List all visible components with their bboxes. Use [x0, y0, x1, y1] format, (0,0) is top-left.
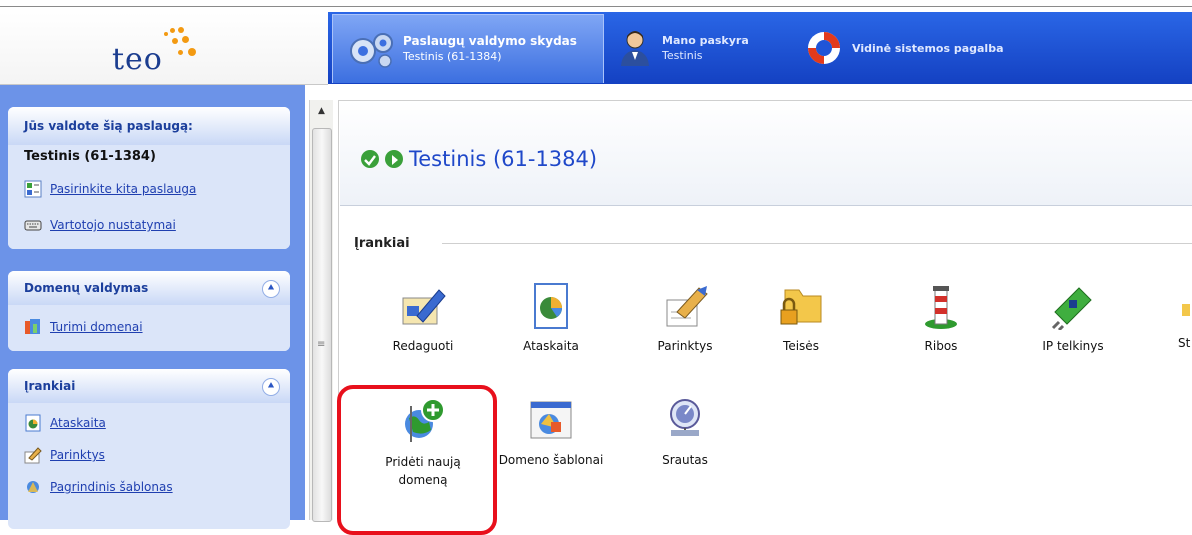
- scrollbar-thumb[interactable]: ≡: [312, 128, 332, 522]
- tool-options[interactable]: Parinktys: [630, 282, 740, 353]
- tool-statistics[interactable]: St: [1138, 282, 1192, 350]
- tool-label: Domeno šablonai: [498, 453, 604, 467]
- list-icon: [24, 180, 42, 198]
- tool-label: Ataskaita: [523, 339, 579, 353]
- edit-icon: [402, 289, 446, 325]
- status-ok-icon: [361, 150, 379, 168]
- service-panel: Jūs valdote šią paslaugą: Testinis (61-1…: [8, 107, 290, 249]
- link-domains[interactable]: Turimi domenai: [50, 320, 143, 334]
- logo-text: teo: [112, 42, 163, 77]
- top-navigation: Paslaugų valdymo skydas Testinis (61-138…: [328, 12, 1192, 84]
- current-service-name: Testinis (61-1384): [24, 148, 156, 164]
- section-divider: [442, 243, 1192, 244]
- grip-icon: ≡: [317, 339, 326, 350]
- logo-dot: [178, 27, 184, 33]
- status-play-icon: [385, 150, 403, 168]
- tab-internal-help[interactable]: Vidinė sistemos pagalba: [804, 14, 1044, 82]
- tool-label: Redaguoti: [392, 339, 454, 353]
- sidebar-item-options[interactable]: Parinktys: [8, 439, 290, 471]
- logo-dot: [164, 32, 168, 36]
- link-choose-service[interactable]: Pasirinkite kita paslauga: [50, 182, 196, 196]
- tab-my-account[interactable]: Mano paskyra Testinis: [618, 14, 798, 82]
- tool-label: IP telkinys: [1042, 339, 1104, 353]
- lighthouse-icon: [925, 286, 957, 329]
- template-icon: [27, 481, 39, 493]
- tool-domain-templates[interactable]: Domeno šablonai: [496, 396, 606, 467]
- tool-label: St: [1178, 336, 1191, 350]
- tool-label: Parinktys: [657, 339, 713, 353]
- service-title: Testinis (61-1384): [409, 147, 598, 171]
- tool-edit[interactable]: Redaguoti: [368, 282, 478, 353]
- logo-dot: [182, 36, 189, 43]
- tab-control-panel[interactable]: Paslaugų valdymo skydas Testinis (61-138…: [332, 14, 604, 83]
- sidebar-item-report[interactable]: Ataskaita: [8, 407, 290, 439]
- section-title-tools: Įrankiai: [354, 236, 410, 251]
- highlight-box: [337, 385, 497, 535]
- tool-label: Srautas: [662, 453, 708, 467]
- link-report[interactable]: Ataskaita: [50, 416, 106, 430]
- gears-icon: [350, 33, 393, 68]
- network-card-icon: [1051, 287, 1092, 332]
- scroll-up-arrow-icon[interactable]: ▲: [312, 102, 331, 120]
- user-icon: [621, 31, 649, 66]
- tool-ip-pool[interactable]: IP telkinys: [1018, 282, 1128, 353]
- tool-limits[interactable]: Ribos: [886, 282, 996, 353]
- tab-title: Vidinė sistemos pagalba: [852, 41, 1004, 55]
- tab-subtitle: Testinis (61-1384): [403, 50, 502, 63]
- sidebar-item-main-template[interactable]: Pagrindinis šablonas: [8, 471, 290, 503]
- sidebar: Jūs valdote šią paslaugą: Testinis (61-1…: [0, 85, 305, 529]
- keyboard-icon: [24, 220, 42, 231]
- chevron-up-icon[interactable]: ⯅: [262, 280, 280, 298]
- lifebuoy-icon: [808, 32, 840, 64]
- folder-lock-icon: [780, 289, 822, 325]
- tab-title: Paslaugų valdymo skydas: [403, 34, 577, 48]
- tab-subtitle: Testinis: [662, 49, 703, 62]
- templates-icon: [530, 401, 572, 439]
- teo-logo[interactable]: teo: [112, 26, 222, 77]
- tools-panel-header[interactable]: Įrankiai ⯅: [8, 369, 290, 403]
- stats-icon: [1138, 282, 1190, 330]
- traffic-gauge-icon: [670, 399, 700, 436]
- sidebar-item-choose-service[interactable]: Pasirinkite kita paslauga: [8, 171, 290, 207]
- domains-panel-header[interactable]: Domenų valdymas ⯅: [8, 271, 290, 305]
- tab-title: Mano paskyra: [662, 34, 749, 47]
- domains-panel-title: Domenų valdymas: [24, 281, 149, 295]
- options-icon: [666, 286, 708, 327]
- options-icon: [24, 447, 42, 464]
- tool-label: Ribos: [924, 339, 958, 353]
- logo-dot: [172, 38, 178, 44]
- link-user-settings[interactable]: Vartotojo nustatymai: [50, 218, 176, 232]
- report-icon: [534, 283, 568, 329]
- logo-dot: [188, 48, 196, 56]
- service-panel-header: Jūs valdote šią paslaugą:: [8, 107, 290, 145]
- logo-area: teo: [0, 12, 328, 85]
- logo-dot: [178, 50, 183, 55]
- chevron-up-icon[interactable]: ⯅: [262, 378, 280, 396]
- tool-report[interactable]: Ataskaita: [496, 282, 606, 353]
- tools-panel-title: Įrankiai: [24, 379, 76, 393]
- report-icon: [25, 414, 41, 432]
- tools-panel: Įrankiai ⯅ Ataskaita Parinktys Pagrindin…: [8, 369, 290, 529]
- tool-traffic[interactable]: Srautas: [630, 396, 740, 467]
- domains-icon: [25, 319, 40, 334]
- sidebar-item-domains[interactable]: Turimi domenai: [8, 309, 290, 345]
- logo-dot: [170, 28, 175, 33]
- link-main-template[interactable]: Pagrindinis šablonas: [50, 480, 173, 494]
- top-border: [0, 6, 1192, 7]
- sidebar-item-user-settings[interactable]: Vartotojo nustatymai: [8, 207, 290, 243]
- tool-label: Teisės: [783, 339, 819, 353]
- link-options[interactable]: Parinktys: [50, 448, 105, 462]
- tool-permissions[interactable]: Teisės: [746, 282, 856, 353]
- domains-panel: Domenų valdymas ⯅ Turimi domenai: [8, 271, 290, 351]
- page-title: Testinis (61-1384): [361, 147, 597, 171]
- sidebar-scrollbar[interactable]: ▲ ≡: [309, 100, 333, 522]
